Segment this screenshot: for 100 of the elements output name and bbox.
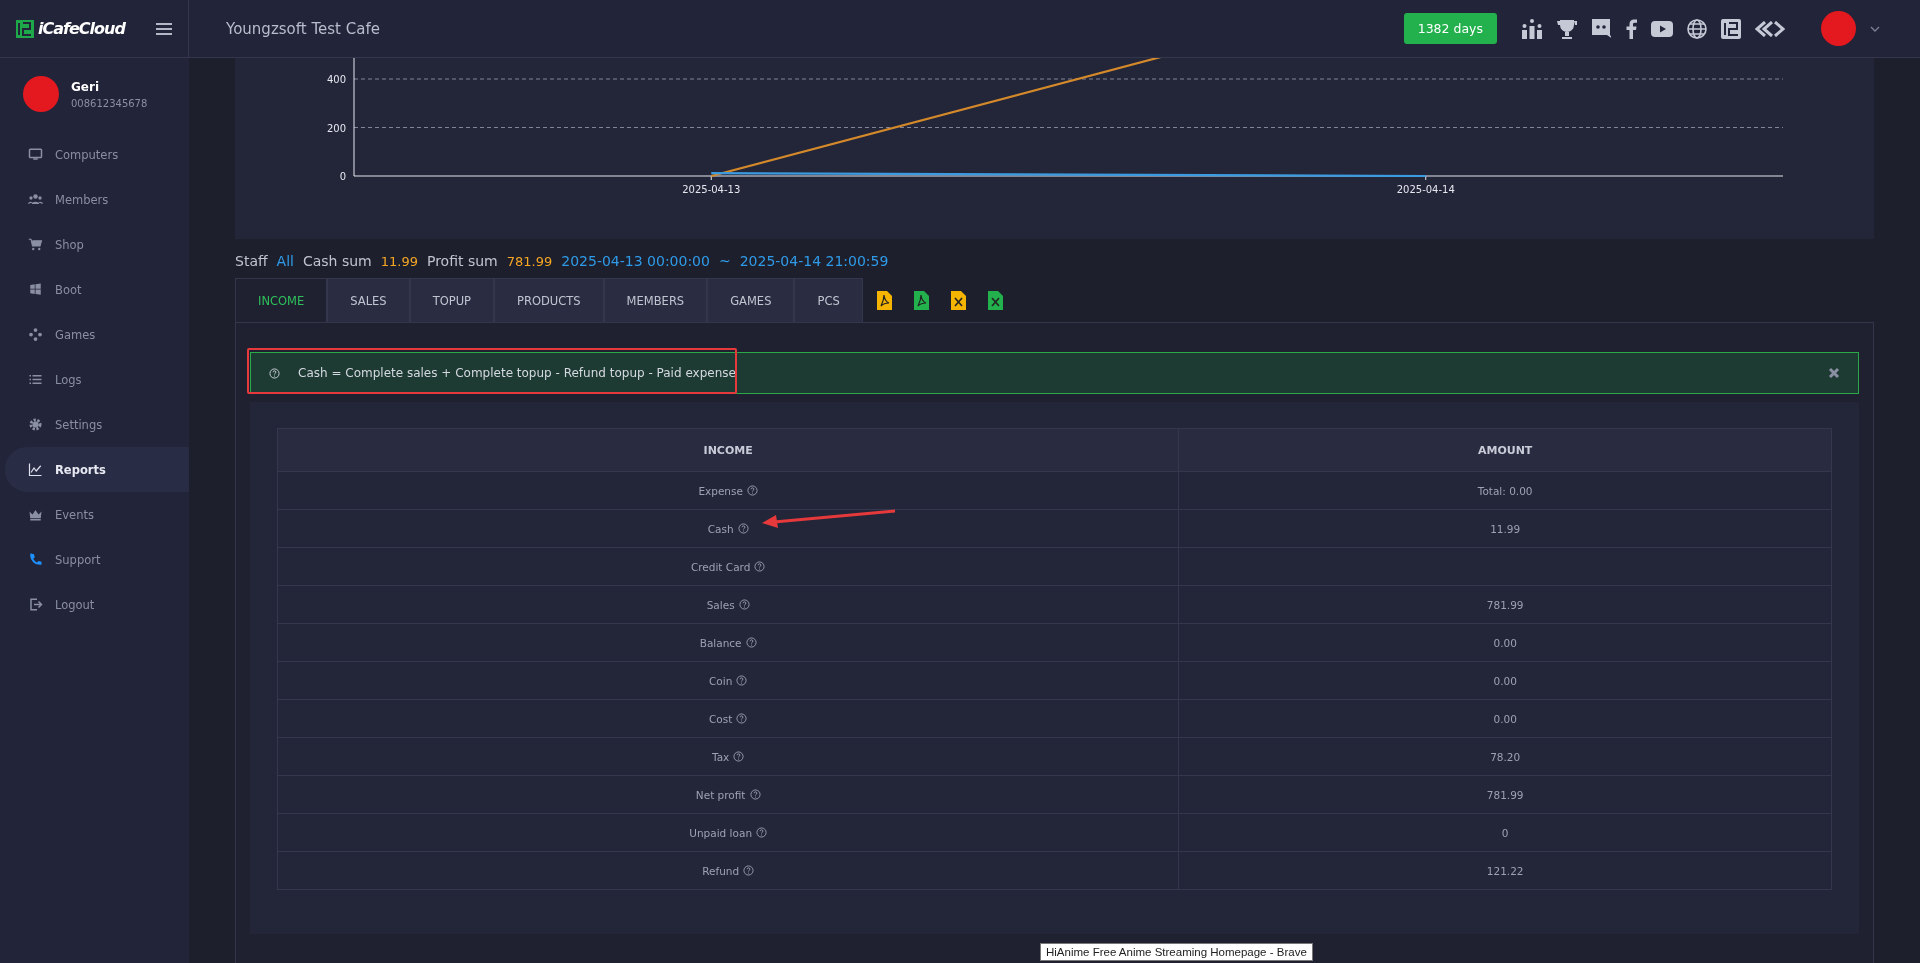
excel-export-icon[interactable]	[950, 290, 966, 310]
video-play-icon[interactable]	[1651, 20, 1673, 37]
sidebar-icon	[28, 192, 43, 207]
sidebar-item[interactable]: Logout	[5, 582, 189, 627]
table-cell: 0.00	[1178, 623, 1832, 662]
range-separator: ~	[718, 253, 731, 269]
brand-name: iCafeCloud	[38, 19, 125, 38]
help-icon	[737, 523, 749, 534]
sidebar-icon	[28, 327, 43, 342]
table-cell: Net profit	[277, 775, 1179, 814]
sidebar-item[interactable]: Support	[5, 537, 189, 582]
sidebar-item[interactable]: Settings	[5, 402, 189, 447]
sidebar-icon	[28, 552, 43, 567]
help-icon	[736, 713, 748, 724]
table-cell: Cash	[277, 509, 1179, 548]
table-cell: 781.99	[1178, 775, 1832, 814]
help-icon	[756, 827, 768, 838]
sidebar-item[interactable]: Boot	[5, 267, 189, 312]
cash-sum-value: 11.99	[380, 254, 418, 269]
column-header: INCOME	[277, 428, 1179, 472]
table-cell: Expense	[277, 471, 1179, 510]
table-cell: 0.00	[1178, 661, 1832, 700]
help-icon	[754, 561, 766, 572]
report-tab[interactable]: MEMBERS	[603, 278, 708, 322]
close-icon[interactable]	[1828, 367, 1840, 379]
table-cell: Balance	[277, 623, 1179, 662]
report-tab[interactable]: PRODUCTS	[494, 278, 604, 322]
avatar[interactable]	[1821, 11, 1856, 46]
pdf-export-icon[interactable]	[913, 290, 929, 310]
table-cell: 121.22	[1178, 851, 1832, 890]
table-cell: Cost	[277, 699, 1179, 738]
staff-label: Staff	[235, 253, 268, 269]
table-cell: Tax	[277, 737, 1179, 776]
sidebar-icon	[28, 597, 43, 612]
table-cell: 78.20	[1178, 737, 1832, 776]
table-cell: 11.99	[1178, 509, 1832, 548]
range-start[interactable]: 2025-04-13 00:00:00	[561, 253, 710, 269]
avatar	[23, 76, 59, 112]
help-icon	[738, 599, 750, 610]
globe-icon[interactable]	[1687, 18, 1707, 39]
help-icon	[733, 751, 745, 762]
excel-export-icon[interactable]	[987, 290, 1003, 310]
tooltip: HiAnime Free Anime Streaming Homepage - Brave	[1040, 943, 1313, 961]
sidebar-item[interactable]: Members	[5, 177, 189, 222]
help-icon	[269, 367, 280, 379]
y-tick-label: 400	[326, 74, 346, 85]
ranking-icon[interactable]	[1521, 17, 1543, 40]
cafe-name: Youngzsoft Test Cafe	[226, 19, 380, 38]
sidebar-icon	[28, 147, 43, 162]
table-cell: Total: 0.00	[1178, 471, 1832, 510]
logo-icon[interactable]	[1721, 18, 1741, 39]
chevrons-icon[interactable]	[1755, 20, 1785, 37]
profit-sum-label: Profit sum	[426, 253, 498, 269]
range-end[interactable]: 2025-04-14 21:00:59	[739, 253, 889, 269]
sidebar-item[interactable]: Computers	[5, 132, 189, 177]
cash-sum-label: Cash sum	[302, 253, 372, 269]
table-cell: Credit Card	[277, 547, 1179, 586]
help-icon	[749, 789, 761, 800]
x-tick-label: 2025-04-13	[682, 184, 741, 195]
sidebar-icon	[28, 507, 43, 522]
table-cell: 781.99	[1178, 585, 1832, 624]
trophy-icon[interactable]	[1557, 17, 1577, 40]
table-cell: Unpaid loan	[277, 813, 1179, 852]
staff-value[interactable]: All	[276, 253, 294, 269]
user-name: Geri	[71, 79, 101, 94]
pdf-export-icon[interactable]	[876, 290, 892, 310]
sidebar-item[interactable]: Games	[5, 312, 189, 357]
sidebar-item[interactable]: Reports	[5, 447, 189, 492]
x-tick-label: 2025-04-14	[1396, 184, 1455, 195]
table-cell: Sales	[277, 585, 1179, 624]
sidebar-icon	[28, 372, 43, 387]
profit-sum-value: 781.99	[506, 254, 553, 269]
help-icon	[745, 637, 757, 648]
alert-text: Cash = Complete sales + Complete topup - Refund topup - Paid expense	[298, 366, 736, 380]
user-phone: 008612345678	[71, 97, 148, 109]
sidebar-icon	[28, 462, 43, 477]
menu-icon[interactable]	[156, 22, 172, 35]
sidebar-item[interactable]: Shop	[5, 222, 189, 267]
report-tab[interactable]: TOPUP	[409, 278, 494, 322]
days-badge[interactable]: 1382 days	[1403, 13, 1497, 44]
sidebar-icon	[28, 417, 43, 432]
report-tab[interactable]: PCS	[794, 278, 863, 322]
column-header: AMOUNT	[1178, 428, 1832, 472]
table-cell: 0.00	[1178, 699, 1832, 738]
chevron-down-icon[interactable]	[1870, 25, 1880, 32]
y-tick-label: 200	[326, 122, 346, 134]
chat-icon[interactable]	[1591, 17, 1611, 40]
table-cell: Coin	[277, 661, 1179, 700]
facebook-icon[interactable]	[1625, 18, 1637, 39]
sidebar-item[interactable]: Events	[5, 492, 189, 537]
help-icon	[736, 675, 748, 686]
logo-icon	[16, 19, 34, 38]
y-tick-label: 0	[339, 171, 346, 182]
sidebar-item[interactable]: Logs	[5, 357, 189, 402]
report-tab[interactable]: INCOME	[235, 278, 328, 322]
help-icon	[746, 485, 758, 496]
report-tab[interactable]: SALES	[327, 278, 410, 322]
report-tab[interactable]: GAMES	[707, 278, 795, 322]
sidebar-icon	[28, 237, 43, 252]
sidebar-icon	[28, 282, 43, 297]
